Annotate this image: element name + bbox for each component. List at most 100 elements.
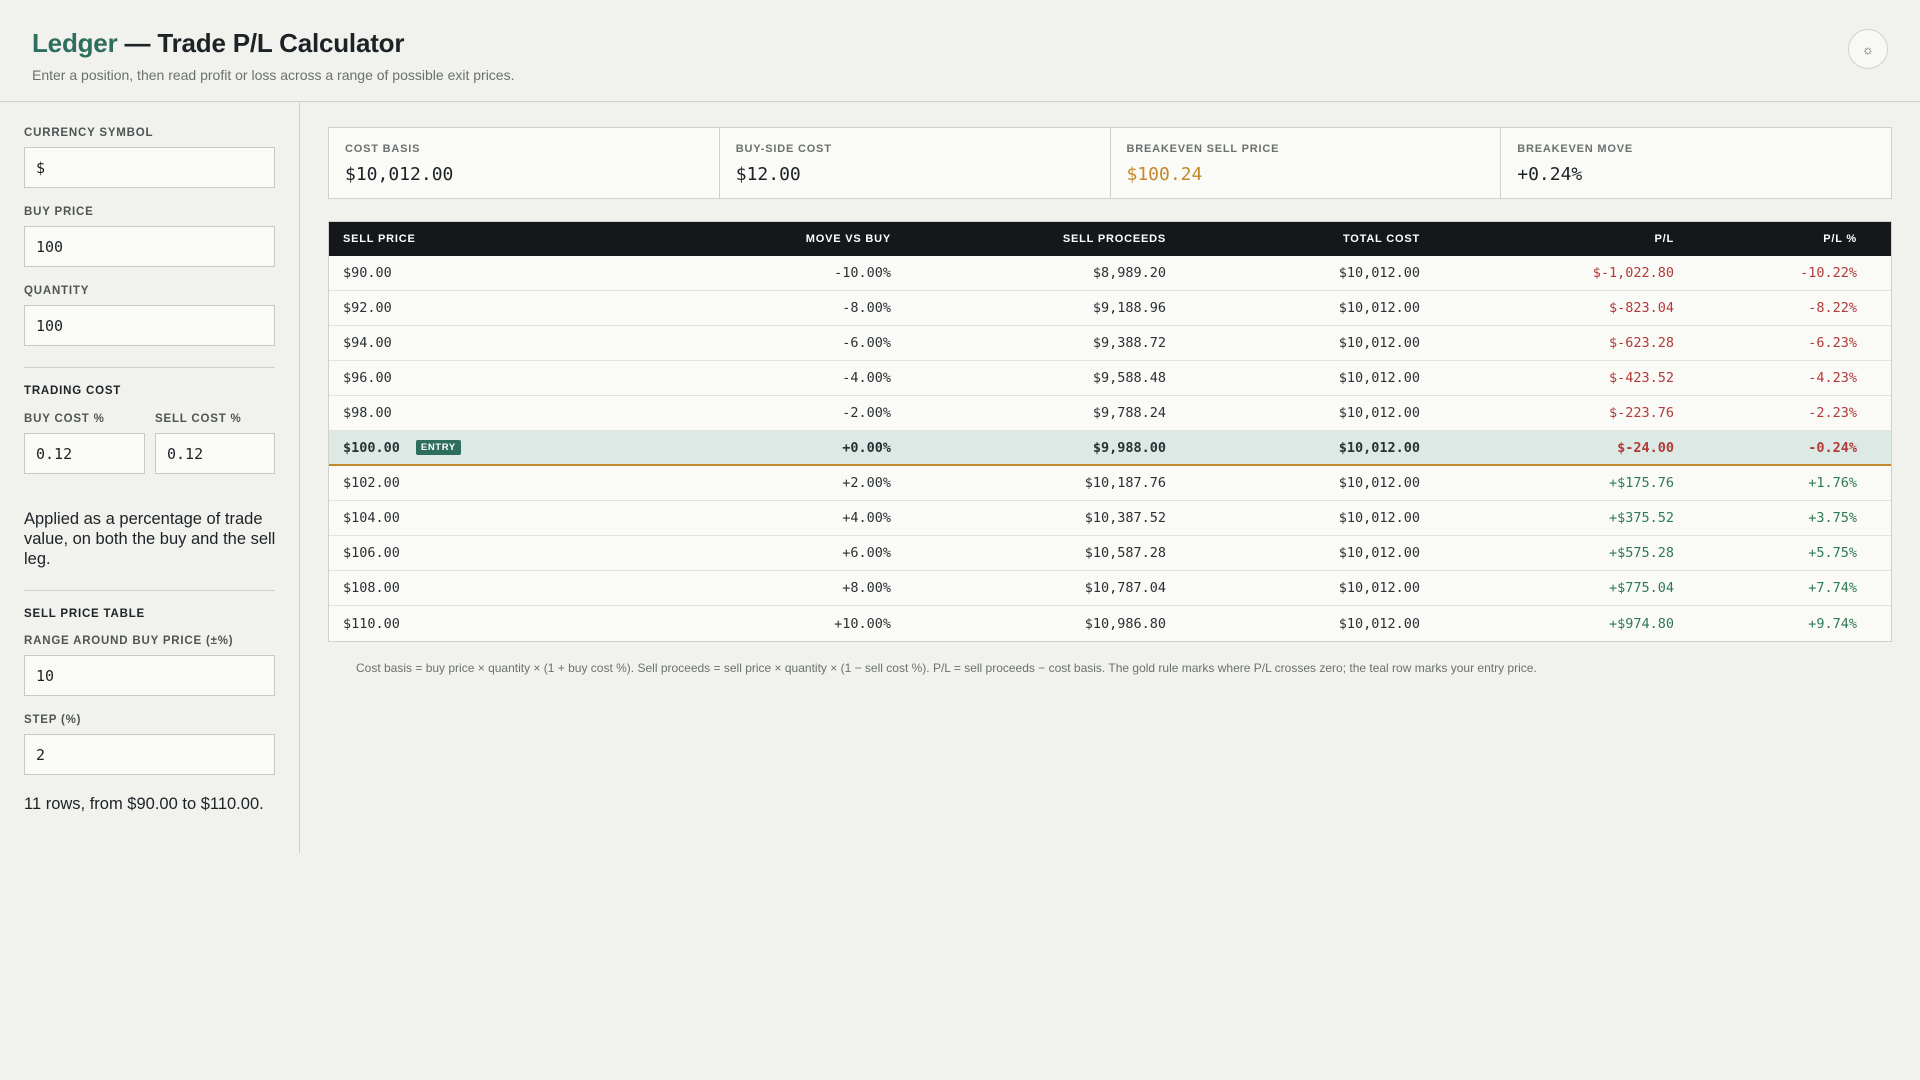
summary-stats: COST BASIS $10,012.00 BUY-SIDE COST $12.… [328,127,1892,199]
trading-cost-heading: TRADING COST [24,385,122,397]
table-row: $98.00 -2.00% $9,788.24 $10,012.00 $-223.76 -… [329,396,1891,431]
pl-percent-cell: -10.22% [1674,265,1871,281]
table-row: $104.00 +4.00% $10,387.52 $10,012.00 +$375.5… [329,501,1891,536]
page-title: Ledger — Trade P/L Calculator [32,28,404,59]
range-input[interactable]: 10 [24,655,275,696]
pl-percent-cell: -8.22% [1674,300,1871,316]
stat-label: BREAKEVEN MOVE [1517,143,1633,155]
sell-proceeds-cell-text: $9,388.72 [1092,335,1166,351]
sell-price-cell: $100.00 ENTRY [329,440,669,456]
stat-breakeven-sell-price: BREAKEVEN SELL PRICE $100.24 [1111,128,1502,198]
range-label: RANGE AROUND BUY PRICE (±%) [24,635,234,647]
move-cell: +0.00% [669,440,891,456]
pl-percent-cell: +1.76% [1674,475,1871,491]
sell-proceeds-cell: $10,587.28 [891,545,1166,561]
sell-proceeds-cell-text: $10,187.76 [1084,475,1166,491]
pl-cell-text: $-423.52 [1608,370,1674,386]
sell-proceeds-cell-text: $9,788.24 [1092,405,1166,421]
move-cell-text: -4.00% [842,370,891,386]
pl-cell-text: $-623.28 [1608,335,1674,351]
move-cell-text: -2.00% [842,405,891,421]
stat-value: $10,012.00 [345,164,454,185]
total-cost-cell-text: $10,012.00 [1338,545,1420,561]
move-cell: +8.00% [669,580,891,596]
quantity-label: QUANTITY [24,285,90,297]
total-cost-cell-text: $10,012.00 [1338,405,1420,421]
sell-price-cell: $92.00 [329,300,669,316]
quantity-input[interactable]: 100 [24,305,275,346]
table-row: $106.00 +6.00% $10,587.28 $10,012.00 +$575.2… [329,536,1891,571]
table-row: $94.00 -6.00% $9,388.72 $10,012.00 $-623.28 -… [329,326,1891,361]
stat-value: $100.24 [1126,164,1203,185]
stat-cost-basis: COST BASIS $10,012.00 [329,128,720,198]
table-row: $92.00 -8.00% $9,188.96 $10,012.00 $-823.04 -… [329,291,1891,326]
total-cost-cell: $10,012.00 [1166,335,1420,351]
sell-proceeds-cell: $9,388.72 [891,335,1166,351]
pl-cell: +$974.80 [1420,616,1674,632]
pl-percent-cell-text: +9.74% [1808,615,1857,632]
sell-price-cell-text: $96.00 [343,370,392,386]
pl-cell-text: +$375.52 [1608,510,1674,526]
entry-badge: ENTRY [415,440,461,455]
pl-percent-cell-text: +7.74% [1808,580,1857,596]
table-row: $110.00 +10.00% $10,986.80 $10,012.00 +$974.… [329,606,1891,641]
total-cost-cell: $10,012.00 [1166,300,1420,316]
stat-value: +0.24% [1517,164,1583,185]
buy-cost-input[interactable]: 0.12 [24,433,145,474]
table-row: $96.00 -4.00% $9,588.48 $10,012.00 $-423.52 -… [329,361,1891,396]
total-cost-cell-text: $10,012.00 [1338,510,1420,526]
total-cost-cell: $10,012.00 [1166,475,1420,491]
divider [24,367,275,368]
currency-symbol-input[interactable]: $ [24,147,275,188]
pl-cell-text: +$175.76 [1608,475,1674,491]
sun-icon: ☼ [1862,41,1874,57]
table-row: $108.00 +8.00% $10,787.04 $10,012.00 +$775.0… [329,571,1891,606]
sell-cost-input[interactable]: 0.12 [155,433,275,474]
buy-price-input[interactable]: 100 [24,226,275,267]
column-header: P/L % [1823,233,1857,245]
sell-price-cell-text: $104.00 [343,510,400,526]
pl-table: SELL PRICE MOVE VS BUY SELL PROCEEDS TOT… [328,221,1892,642]
move-cell: -6.00% [669,335,891,351]
pl-cell: $-423.52 [1420,370,1674,386]
pl-cell-text: $-24.00 [1617,439,1674,456]
total-cost-cell-text: $10,012.00 [1338,615,1420,632]
pl-percent-cell-text: -10.22% [1800,265,1857,281]
pl-percent-cell-text: -6.23% [1808,335,1857,351]
divider [24,590,275,591]
sell-price-cell-text: $100.00 [343,439,400,456]
step-input[interactable]: 2 [24,734,275,775]
sell-price-cell-text: $106.00 [343,545,400,561]
table-row-entry: $100.00 ENTRY +0.00% $9,988.00 $10,012.00 $-2… [329,431,1891,466]
sell-price-cell: $104.00 [329,510,669,526]
theme-toggle-button[interactable]: ☼ [1848,29,1888,69]
total-cost-cell-text: $10,012.00 [1338,265,1420,281]
move-cell-text: +0.00% [842,439,891,456]
app-header: Ledger — Trade P/L Calculator Enter a po… [0,0,1920,102]
stat-label: COST BASIS [345,143,421,155]
move-cell-text: -10.00% [834,265,891,281]
brand-name: Ledger [32,28,118,58]
total-cost-cell-text: $10,012.00 [1338,580,1420,596]
sell-proceeds-cell-text: $9,188.96 [1092,300,1166,316]
cost-note: Applied as a percentage of trade value, … [24,510,276,568]
total-cost-cell: $10,012.00 [1166,545,1420,561]
sell-proceeds-cell: $9,988.00 [891,440,1166,456]
move-cell: +4.00% [669,510,891,526]
input-sidebar: CURRENCY SYMBOL $ BUY PRICE 100 QUANTITY… [0,102,300,853]
pl-percent-cell-text: +1.76% [1808,475,1857,491]
pl-cell-text: $-823.04 [1608,300,1674,316]
pl-percent-cell-text: -2.23% [1808,405,1857,421]
sell-price-cell: $106.00 [329,545,669,561]
pl-percent-cell: +3.75% [1674,510,1871,526]
pl-percent-cell-text: -4.23% [1808,370,1857,386]
pl-percent-cell-text: +5.75% [1808,545,1857,561]
move-cell-text: +8.00% [842,580,891,596]
sell-price-cell: $94.00 [329,335,669,351]
move-cell-text: +4.00% [842,510,891,526]
sell-proceeds-cell: $9,788.24 [891,405,1166,421]
move-cell: -2.00% [669,405,891,421]
column-header: SELL PRICE [343,233,416,245]
pl-cell: $-223.76 [1420,405,1674,421]
pl-percent-cell: +7.74% [1674,580,1871,596]
